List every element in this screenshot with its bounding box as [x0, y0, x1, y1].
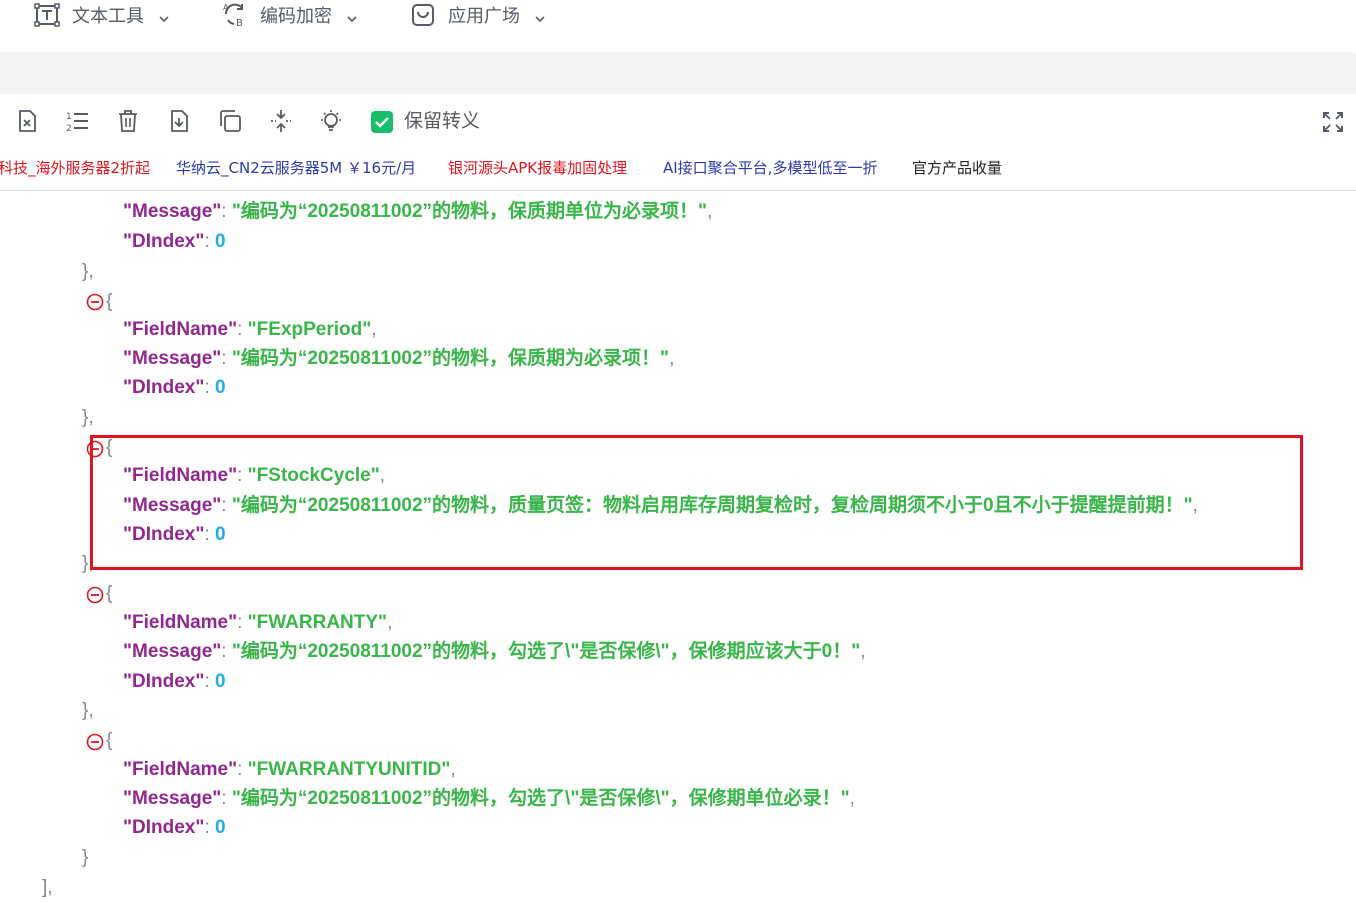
json-line: "DIndex": 0: [123, 231, 226, 252]
json-line: },: [82, 553, 94, 574]
delete-button[interactable]: [115, 108, 141, 134]
json-line: },: [82, 261, 94, 282]
chevron-down-icon: [534, 9, 546, 23]
json-line: "FieldName": "FStockCycle",: [123, 465, 386, 486]
separator-bar: [0, 54, 1356, 94]
svg-text:2: 2: [66, 124, 72, 134]
download-button[interactable]: [166, 108, 192, 134]
json-line: {: [106, 583, 113, 604]
app-store-icon: [410, 2, 436, 28]
chevron-down-icon: [346, 9, 358, 23]
clear-file-button[interactable]: [14, 108, 40, 134]
json-line: "DIndex": 0: [123, 524, 226, 545]
json-line: {: [106, 437, 113, 458]
theme-button[interactable]: [318, 108, 344, 134]
copy-icon: [220, 110, 241, 132]
collapse-minus-icon[interactable]: [86, 440, 104, 458]
json-line: "Message": "编码为“20250811002”的物料，保质期单位为必录…: [123, 201, 713, 222]
compress-button[interactable]: [268, 108, 294, 134]
file-download-icon: [171, 110, 188, 132]
trash-icon: [119, 110, 137, 132]
chevron-down-icon: [158, 9, 170, 23]
keep-escape-label: 保留转义: [404, 110, 481, 132]
nav-label: 应用广场: [448, 6, 520, 27]
json-viewer[interactable]: "Message": "编码为“20250811002”的物料，保质期单位为必录…: [0, 192, 1356, 901]
ad-link[interactable]: 科技_海外服务器2折起: [0, 156, 150, 180]
ad-link[interactable]: AI接口聚合平台,多模型低至一折: [663, 156, 877, 180]
collapse-minus-icon[interactable]: [86, 733, 104, 751]
nav-app-store[interactable]: 应用广场: [410, 0, 546, 30]
svg-text:1: 1: [66, 112, 72, 122]
json-line: "DIndex": 0: [123, 377, 226, 398]
nav-label: 编码加密: [260, 6, 332, 27]
file-x-icon: [19, 110, 36, 132]
collapse-minus-icon[interactable]: [86, 293, 104, 311]
json-line: },: [82, 700, 94, 721]
ad-link[interactable]: 华纳云_CN2云服务器5M ￥16元/月: [176, 156, 416, 180]
top-nav: 文本工具 BA 编码加密 应用广场: [0, 0, 1356, 52]
json-line: "DIndex": 0: [123, 817, 226, 838]
line-numbers-button[interactable]: 12: [64, 108, 90, 134]
divider: [0, 190, 1356, 191]
json-line: "Message": "编码为“20250811002”的物料，勾选了\"是否保…: [123, 788, 855, 809]
svg-text:B: B: [236, 18, 243, 28]
json-line: {: [106, 730, 113, 751]
keep-escape-checkbox[interactable]: [371, 111, 393, 133]
ordered-list-icon: 12: [66, 112, 88, 134]
nav-encode-encrypt[interactable]: BA 编码加密: [222, 0, 358, 30]
svg-text:A: A: [223, 3, 229, 12]
json-line: {: [106, 291, 113, 312]
ad-strip: 科技_海外服务器2折起 华纳云_CN2云服务器5M ￥16元/月 银河源头APK…: [0, 156, 1356, 180]
json-line: ],: [42, 877, 53, 898]
compress-icon: [271, 110, 291, 132]
nav-text-tools[interactable]: 文本工具: [34, 0, 170, 30]
json-line: "FieldName": "FWARRANTY",: [123, 612, 393, 633]
editor-toolbar: 12: [0, 98, 1356, 144]
fullscreen-icon: [1323, 112, 1343, 132]
json-line: }: [82, 847, 89, 868]
text-tool-icon: [34, 2, 60, 28]
json-line: "FieldName": "FWARRANTYUNITID",: [123, 759, 456, 780]
json-line: "Message": "编码为“20250811002”的物料，质量页签：物料启…: [123, 495, 1198, 516]
check-icon: [375, 117, 389, 128]
ad-link[interactable]: 官方产品收量: [912, 156, 1002, 180]
json-line: },: [82, 407, 94, 428]
copy-button[interactable]: [217, 108, 243, 134]
ad-link[interactable]: 银河源头APK报毒加固处理: [448, 156, 627, 180]
json-line: "Message": "编码为“20250811002”的物料，保质期为必录项！…: [123, 348, 675, 369]
encode-refresh-icon: BA: [222, 2, 248, 29]
nav-label: 文本工具: [72, 6, 144, 27]
lightbulb-icon: [321, 110, 341, 131]
collapse-minus-icon[interactable]: [86, 586, 104, 604]
json-line: "FieldName": "FExpPeriod",: [123, 319, 377, 340]
json-line: "DIndex": 0: [123, 671, 226, 692]
json-line: "Message": "编码为“20250811002”的物料，勾选了\"是否保…: [123, 641, 866, 662]
fullscreen-button[interactable]: [1321, 110, 1345, 134]
